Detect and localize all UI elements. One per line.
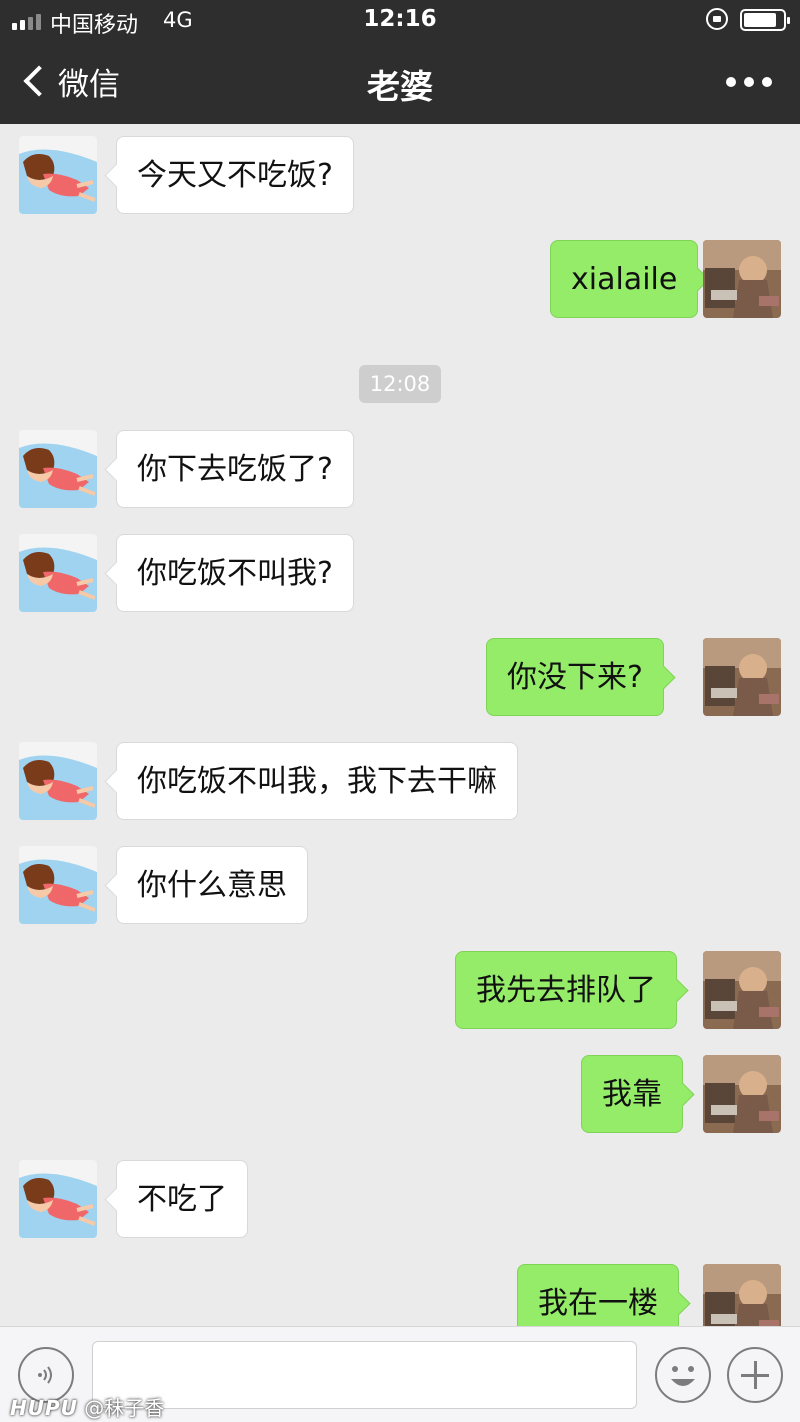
status-clock: 12:16 <box>363 6 437 32</box>
my-avatar[interactable] <box>703 240 781 318</box>
more-functions-button[interactable] <box>727 1347 783 1403</box>
message-bubble-incoming[interactable]: 你什么意思 <box>116 846 308 924</box>
my-avatar[interactable] <box>703 1264 781 1326</box>
message-bubble-incoming[interactable]: 你下去吃饭了? <box>116 430 354 508</box>
more-dots-icon <box>726 77 736 87</box>
my-avatar[interactable] <box>703 638 781 716</box>
message-bubble-incoming[interactable]: 你吃饭不叫我? <box>116 534 354 612</box>
message-bubble-incoming[interactable]: 你吃饭不叫我，我下去干嘛 <box>116 742 518 820</box>
status-bar: 中国移动 4G 12:16 <box>0 0 800 40</box>
watermark: HUPU @秣子香 <box>10 1392 164 1421</box>
nav-bar: 微信 老婆 <box>0 40 800 124</box>
message-bubble-outgoing[interactable]: 我靠 <box>581 1055 683 1133</box>
emoji-icon <box>671 1366 695 1386</box>
contact-avatar[interactable] <box>19 1160 97 1238</box>
watermark-brand: HUPU <box>10 1396 78 1420</box>
message-bubble-outgoing[interactable]: 我先去排队了 <box>455 951 677 1029</box>
contact-avatar[interactable] <box>19 742 97 820</box>
contact-avatar[interactable] <box>19 846 97 924</box>
contact-avatar[interactable] <box>19 430 97 508</box>
wechat-chat-screen: 中国移动 4G 12:16 微信 老婆 今天又不吃饭? xialaile 12:… <box>0 0 800 1422</box>
message-bubble-outgoing[interactable]: 你没下来? <box>486 638 664 716</box>
contact-avatar[interactable] <box>19 136 97 214</box>
message-input[interactable] <box>92 1341 637 1409</box>
my-avatar[interactable] <box>703 951 781 1029</box>
battery-icon <box>740 9 790 31</box>
more-options-button[interactable] <box>726 70 778 94</box>
chat-timestamp: 12:08 <box>359 365 441 403</box>
emoji-button[interactable] <box>655 1347 711 1403</box>
message-bubble-incoming[interactable]: 今天又不吃饭? <box>116 136 354 214</box>
message-list[interactable]: 今天又不吃饭? xialaile 12:08 你下去吃饭了? 你吃饭不叫我? 你… <box>0 124 800 1326</box>
chat-title: 老婆 <box>367 67 433 106</box>
message-bubble-outgoing[interactable]: xialaile <box>550 240 699 318</box>
voice-icon <box>38 1366 52 1384</box>
contact-avatar[interactable] <box>19 534 97 612</box>
my-avatar[interactable] <box>703 1055 781 1133</box>
message-bubble-outgoing[interactable]: 我在一楼 <box>517 1264 679 1326</box>
rotation-lock-icon <box>706 8 728 30</box>
watermark-handle: @秣子香 <box>84 1396 165 1420</box>
message-bubble-incoming[interactable]: 不吃了 <box>116 1160 248 1238</box>
